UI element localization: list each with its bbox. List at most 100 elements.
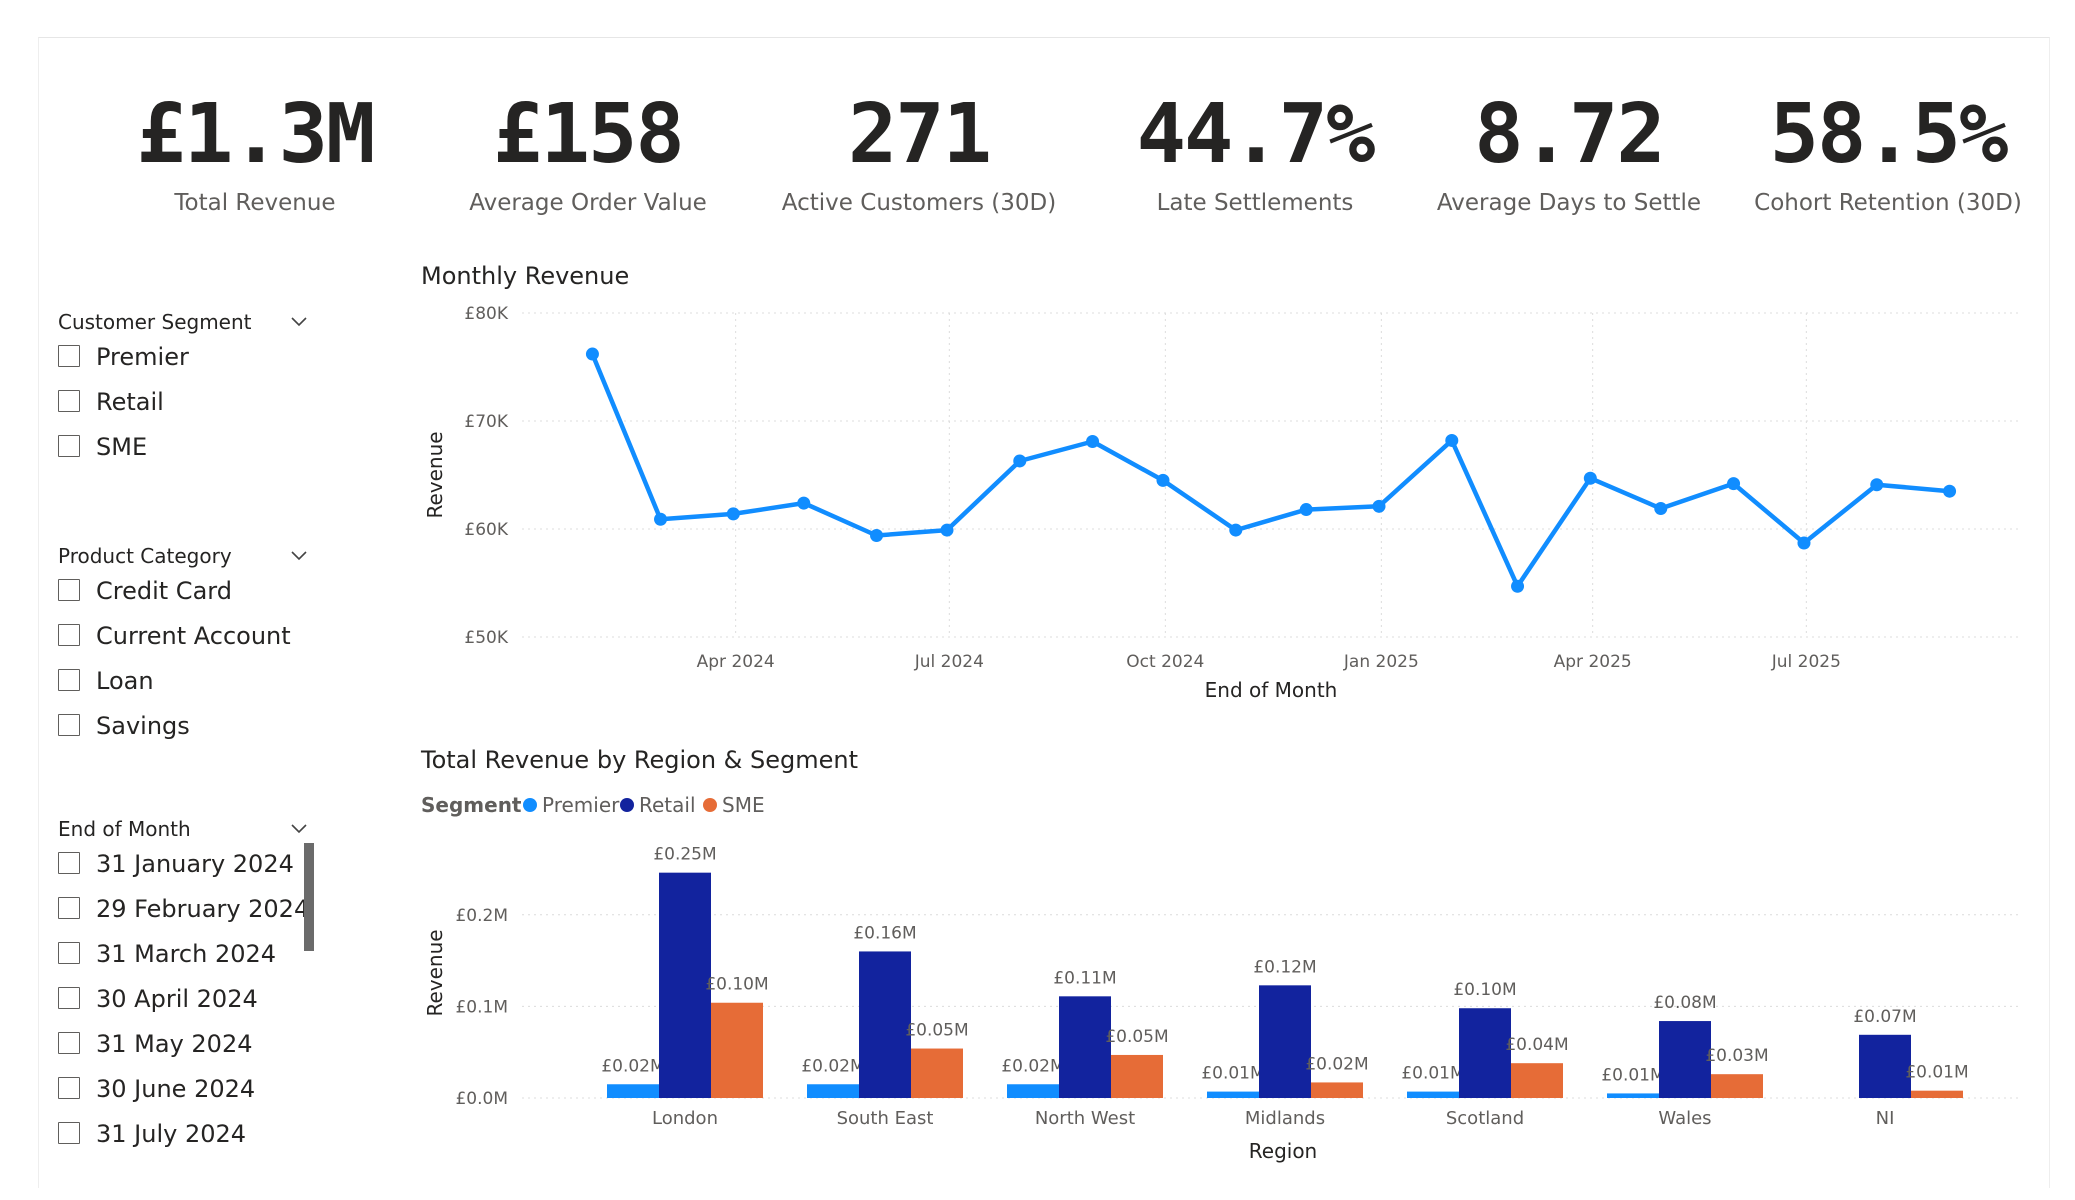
data-point — [1797, 536, 1811, 550]
slicer-option-month[interactable]: 29 February 2024 — [58, 889, 309, 934]
kpi-card-cohort-retention[interactable]: 58.5% Cohort Retention (30D) — [1723, 80, 2053, 218]
checkbox[interactable] — [58, 1122, 80, 1144]
data-label: £0.11M — [1053, 968, 1116, 988]
bar — [607, 1084, 659, 1098]
slicer-option-premier[interactable]: Premier — [58, 337, 308, 382]
slicer-option-loan[interactable]: Loan — [58, 661, 308, 706]
slicer-option-month[interactable]: 30 April 2024 — [58, 979, 308, 1024]
kpi-card-average-days-to-settle[interactable]: 8.72 Average Days to Settle — [1404, 80, 1734, 218]
checkbox[interactable] — [58, 852, 80, 874]
data-label: £0.07M — [1853, 1007, 1916, 1027]
data-label: £0.01M — [1201, 1064, 1264, 1084]
x-tick-label: Wales — [1658, 1108, 1711, 1129]
data-point — [1156, 473, 1170, 487]
kpi-card-average-order-value[interactable]: £158 Average Order Value — [423, 80, 753, 218]
checkbox[interactable] — [58, 624, 80, 646]
slicer-header: Customer Segment — [58, 307, 308, 337]
slicer-option-month[interactable]: 31 July 2024 — [58, 1114, 308, 1159]
bar — [859, 951, 911, 1098]
data-point — [940, 523, 954, 537]
slicer-scrollbar[interactable] — [304, 843, 314, 951]
checkbox[interactable] — [58, 669, 80, 691]
x-tick-label: Jul 2025 — [1771, 652, 1841, 672]
slicer-option-month[interactable]: 31 January 2024 — [58, 844, 308, 889]
chevron-down-icon[interactable] — [284, 307, 314, 337]
data-label: £0.25M — [653, 845, 716, 865]
slicer-option-sme[interactable]: SME — [58, 427, 308, 472]
data-label: £0.02M — [1001, 1056, 1064, 1076]
line-chart-title: Monthly Revenue — [421, 262, 630, 290]
bar — [711, 1002, 763, 1098]
data-point — [1511, 579, 1525, 593]
kpi-card-total-revenue[interactable]: £1.3M Total Revenue — [90, 80, 420, 218]
checkbox[interactable] — [58, 897, 80, 919]
bar-chart[interactable]: £0.0M £0.1M £0.2M Revenue Region London £0.02M… — [410, 830, 2030, 1170]
data-label: £0.10M — [1453, 980, 1516, 1000]
data-label: £0.02M — [801, 1056, 864, 1076]
x-axis-title: End of Month — [1205, 678, 1338, 702]
slicer-product-category: Product Category Credit Card Current Acc… — [58, 541, 308, 751]
slicer-option-label: Current Account — [96, 622, 291, 650]
x-tick-label: Scotland — [1446, 1108, 1524, 1129]
checkbox[interactable] — [58, 435, 80, 457]
slicer-option-label: 30 April 2024 — [96, 985, 258, 1013]
bar — [1111, 1054, 1163, 1098]
bar — [1607, 1093, 1659, 1098]
legend-item: Premier — [542, 793, 620, 817]
bar — [1711, 1074, 1763, 1098]
slicer-option-label: 31 May 2024 — [96, 1030, 253, 1058]
data-label: £0.08M — [1653, 993, 1716, 1013]
bar — [1459, 1008, 1511, 1098]
slicer-customer-segment: Customer Segment Premier Retail SME — [58, 307, 308, 472]
checkbox[interactable] — [58, 1032, 80, 1054]
chevron-down-icon[interactable] — [284, 541, 314, 571]
checkbox[interactable] — [58, 345, 80, 367]
data-point — [1870, 478, 1884, 492]
kpi-value: £1.3M — [136, 87, 376, 182]
data-point — [1727, 477, 1741, 491]
slicer-option-month[interactable]: 30 June 2024 — [58, 1069, 308, 1114]
slicer-option-credit-card[interactable]: Credit Card — [58, 571, 308, 616]
kpi-card-late-settlements[interactable]: 44.7% Late Settlements — [1090, 80, 1420, 218]
slicer-title: Product Category — [58, 544, 232, 568]
y-tick-label: £0.0M — [455, 1089, 508, 1109]
data-point — [1445, 433, 1459, 447]
x-tick-label: South East — [837, 1108, 934, 1129]
data-point — [797, 496, 811, 510]
slicer-option-retail[interactable]: Retail — [58, 382, 308, 427]
checkbox[interactable] — [58, 942, 80, 964]
slicer-option-current-account[interactable]: Current Account — [58, 616, 308, 661]
slicer-option-month[interactable]: 31 May 2024 — [58, 1024, 308, 1069]
y-tick-label: £60K — [464, 520, 508, 540]
slicer-header: End of Month — [58, 814, 308, 844]
checkbox[interactable] — [58, 1077, 80, 1099]
kpi-card-active-customers[interactable]: 271 Active Customers (30D) — [754, 80, 1084, 218]
x-tick-label: Midlands — [1245, 1108, 1325, 1129]
slicer-option-label: Premier — [96, 343, 189, 371]
slicer-option-label: 31 July 2024 — [96, 1120, 247, 1148]
kpi-label: Late Settlements — [1156, 190, 1354, 216]
legend-item: SME — [722, 793, 765, 817]
legend-marker — [620, 798, 634, 812]
legend-marker — [703, 798, 717, 812]
data-point — [1086, 435, 1100, 449]
checkbox[interactable] — [58, 714, 80, 736]
slicer-option-label: 31 March 2024 — [96, 940, 277, 968]
x-tick-label: Oct 2024 — [1126, 652, 1204, 672]
x-tick-label: North West — [1035, 1108, 1135, 1129]
chevron-down-icon[interactable] — [284, 814, 314, 844]
checkbox[interactable] — [58, 390, 80, 412]
checkbox[interactable] — [58, 579, 80, 601]
x-tick-label: Jan 2025 — [1343, 652, 1419, 672]
bar — [1007, 1084, 1059, 1098]
slicer-option-savings[interactable]: Savings — [58, 706, 308, 751]
slicer-option-month[interactable]: 31 March 2024 — [58, 934, 308, 979]
y-tick-label: £50K — [464, 628, 508, 648]
x-tick-label: Apr 2025 — [1554, 652, 1632, 672]
y-tick-label: £70K — [464, 412, 508, 432]
x-tick-label: Apr 2024 — [697, 652, 775, 672]
checkbox[interactable] — [58, 987, 80, 1009]
line-chart[interactable]: £50K £60K £70K £80K Apr 2024 Jul 2024 Oct 2024… — [410, 290, 2030, 710]
data-label: £0.10M — [705, 975, 768, 995]
slicer-option-label: SME — [96, 433, 148, 461]
